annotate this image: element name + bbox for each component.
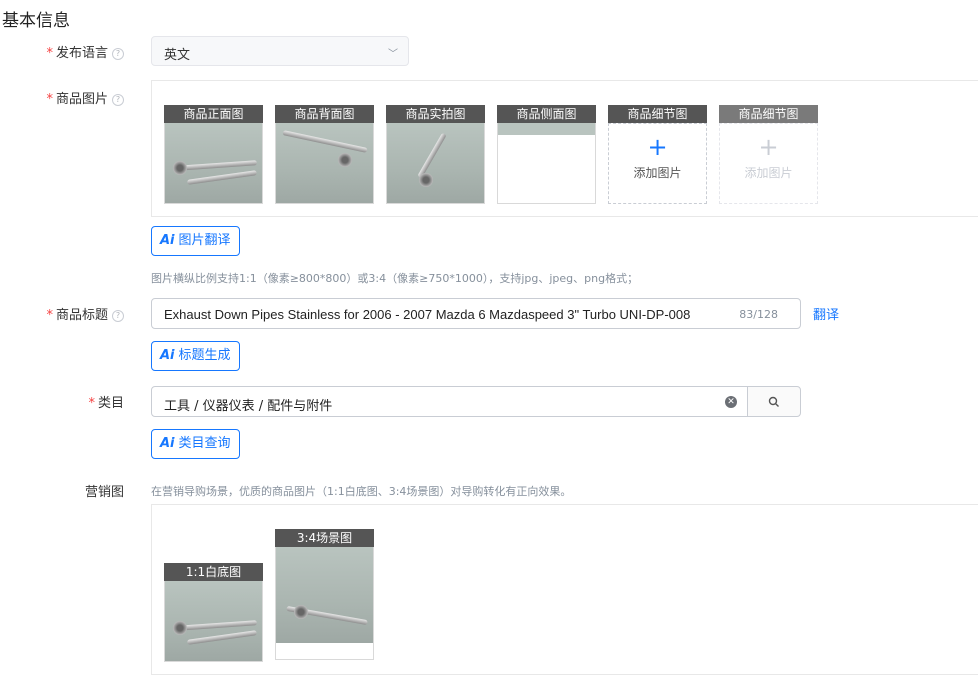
product-image <box>386 123 485 204</box>
image-hint: 图片横纵比例支持1:1（像素≥800*800）或3:4（像素≥750*1000）… <box>151 272 639 285</box>
add-image-button[interactable]: + 添加图片 <box>608 123 707 204</box>
language-select[interactable]: 英文 ﹀ <box>151 36 409 66</box>
ai-icon: Ai <box>160 233 175 248</box>
images-label: * 商品图片? <box>4 88 124 107</box>
product-image <box>275 123 374 204</box>
title-generate-button[interactable]: Ai 标题生成 <box>151 341 240 371</box>
help-icon[interactable]: ? <box>112 93 124 106</box>
product-image <box>164 123 263 204</box>
category-search-button[interactable] <box>747 386 801 417</box>
ai-icon: Ai <box>160 348 175 363</box>
image-slot-real-shot[interactable]: 商品实拍图 <box>386 105 485 204</box>
product-image-placeholder <box>497 123 596 204</box>
image-slot-detail[interactable]: 商品细节图 + 添加图片 <box>608 105 707 204</box>
marketing-slot-white-bg[interactable]: 1:1白底图 <box>164 563 263 662</box>
translate-link[interactable]: 翻译 <box>813 304 839 323</box>
marketing-label: 营销图 <box>84 485 124 500</box>
category-input[interactable]: 工具 / 仪器仪表 / 配件与附件 ✕ <box>151 386 748 417</box>
title-input[interactable]: Exhaust Down Pipes Stainless for 2006 - … <box>151 298 801 329</box>
image-slot-front[interactable]: 商品正面图 <box>164 105 263 204</box>
char-count: 83/128 <box>739 308 778 321</box>
clear-icon[interactable]: ✕ <box>725 396 737 408</box>
title-label: * 商品标题? <box>4 304 124 323</box>
plus-icon: + <box>758 133 779 161</box>
help-icon[interactable]: ? <box>112 309 124 322</box>
search-icon <box>768 396 779 407</box>
marketing-hint: 在营销导购场景，优质的商品图片（1:1白底图、3:4场景图）对导购转化有正向效果… <box>151 485 572 498</box>
help-icon[interactable]: ? <box>112 47 124 60</box>
image-slot-detail-disabled: 商品细节图 + 添加图片 <box>719 105 818 204</box>
image-translate-button[interactable]: Ai 图片翻译 <box>151 226 240 256</box>
marketing-slot-scene[interactable]: 3:4场景图 <box>275 529 374 660</box>
language-label: * 发布语言? <box>4 42 124 61</box>
category-query-button[interactable]: Ai 类目查询 <box>151 429 240 459</box>
add-image-button-disabled: + 添加图片 <box>719 123 818 204</box>
category-label: * 类目 <box>88 396 124 411</box>
ai-icon: Ai <box>160 436 175 451</box>
marketing-image <box>164 581 263 662</box>
marketing-image <box>275 547 374 660</box>
image-slot-side[interactable]: 商品侧面图 <box>497 105 596 204</box>
chevron-down-icon: ﹀ <box>388 49 398 60</box>
plus-icon: + <box>647 133 668 161</box>
section-title: 基本信息 <box>2 11 70 31</box>
image-slot-back[interactable]: 商品背面图 <box>275 105 374 204</box>
